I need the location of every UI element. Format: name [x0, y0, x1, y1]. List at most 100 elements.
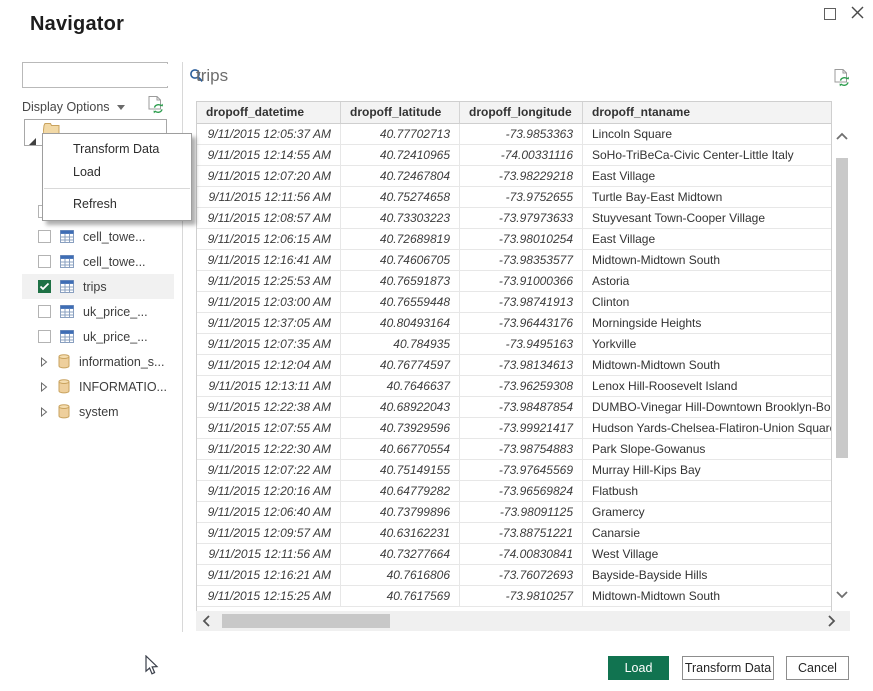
maximize-button[interactable]	[822, 6, 840, 24]
cell-dropoff-longitude: -73.9752655	[460, 187, 583, 207]
cell-dropoff-longitude: -73.97973633	[460, 208, 583, 228]
sidebar-item-cell-towe[interactable]: cell_towe...	[22, 224, 174, 249]
menu-item-load[interactable]: Load	[43, 161, 191, 184]
table-row: 9/11/2015 12:03:00 AM40.76559448-73.9874…	[197, 292, 831, 313]
cell-dropoff-longitude: -73.98487854	[460, 397, 583, 417]
sidebar-item-label: system	[79, 405, 119, 419]
table-icon	[60, 230, 74, 243]
scroll-right-button[interactable]	[827, 614, 836, 633]
search-input[interactable]	[23, 64, 189, 86]
maximize-icon	[824, 8, 836, 20]
vertical-scrollbar[interactable]	[834, 126, 850, 606]
horizontal-scrollbar-thumb[interactable]	[222, 614, 390, 628]
cell-dropoff-datetime: 9/11/2015 12:06:40 AM	[197, 502, 341, 522]
checkbox-unchecked[interactable]	[38, 230, 51, 243]
scroll-up-button[interactable]	[835, 128, 849, 146]
horizontal-scrollbar[interactable]	[196, 611, 850, 631]
cell-dropoff-latitude: 40.80493164	[341, 313, 460, 333]
sidebar-item-informatio[interactable]: INFORMATIO...	[22, 374, 174, 399]
close-button[interactable]	[848, 3, 868, 23]
cell-dropoff-datetime: 9/11/2015 12:07:55 AM	[197, 418, 341, 438]
checkbox-unchecked[interactable]	[38, 330, 51, 343]
sidebar-item-uk-price[interactable]: uk_price_...	[22, 324, 174, 349]
load-button[interactable]: Load	[608, 656, 669, 680]
sidebar-item-label: uk_price_...	[83, 330, 148, 344]
context-menu: Transform DataLoad Refresh	[42, 133, 192, 221]
cell-dropoff-latitude: 40.72689819	[341, 229, 460, 249]
cell-dropoff-latitude: 40.77702713	[341, 124, 460, 144]
cell-dropoff-latitude: 40.68922043	[341, 397, 460, 417]
column-header-dropoff-longitude: dropoff_longitude	[460, 102, 583, 123]
menu-item-refresh[interactable]: Refresh	[43, 193, 191, 216]
sidebar-item-label: uk_price_...	[83, 305, 148, 319]
menu-item-transform-data[interactable]: Transform Data	[43, 138, 191, 161]
sidebar-item-uk-price[interactable]: uk_price_...	[22, 299, 174, 324]
expand-chevron-icon[interactable]	[40, 357, 48, 367]
cell-dropoff-ntaname: East Village	[583, 166, 831, 186]
menu-separator	[44, 188, 190, 189]
cancel-button[interactable]: Cancel	[786, 656, 849, 680]
scroll-down-button[interactable]	[835, 586, 849, 604]
cell-dropoff-datetime: 9/11/2015 12:12:04 AM	[197, 355, 341, 375]
sidebar-item-trips[interactable]: trips	[22, 274, 174, 299]
cell-dropoff-longitude: -74.00331116	[460, 145, 583, 165]
cell-dropoff-datetime: 9/11/2015 12:25:53 AM	[197, 271, 341, 291]
sidebar-item-cell-towe[interactable]: cell_towe...	[22, 249, 174, 274]
table-row: 9/11/2015 12:07:55 AM40.73929596-73.9992…	[197, 418, 831, 439]
refresh-preview-button[interactable]	[147, 95, 167, 115]
checkbox-unchecked[interactable]	[38, 305, 51, 318]
cell-dropoff-ntaname: Gramercy	[583, 502, 831, 522]
cell-dropoff-latitude: 40.76559448	[341, 292, 460, 312]
database-icon	[58, 379, 70, 394]
table-row: 9/11/2015 12:22:30 AM40.66770554-73.9875…	[197, 439, 831, 460]
sidebar-item-system[interactable]: system	[22, 399, 174, 424]
navigator-tree: cell_towe...cell_towe...cell_towe...trip…	[22, 199, 174, 424]
cell-dropoff-longitude: -73.91000366	[460, 271, 583, 291]
cell-dropoff-longitude: -73.96569824	[460, 481, 583, 501]
checkbox-checked[interactable]	[38, 280, 51, 293]
cell-dropoff-latitude: 40.784935	[341, 334, 460, 354]
sidebar-item-information-s[interactable]: information_s...	[22, 349, 174, 374]
cell-dropoff-datetime: 9/11/2015 12:09:57 AM	[197, 523, 341, 543]
expand-chevron-icon[interactable]	[40, 407, 48, 417]
cell-dropoff-datetime: 9/11/2015 12:07:35 AM	[197, 334, 341, 354]
collapse-expanded-icon[interactable]	[28, 133, 37, 151]
sidebar-item-label: information_s...	[79, 355, 164, 369]
cell-dropoff-longitude: -73.88751221	[460, 523, 583, 543]
cell-dropoff-datetime: 9/11/2015 12:05:37 AM	[197, 124, 341, 144]
table-row: 9/11/2015 12:05:37 AM40.77702713-73.9853…	[197, 124, 831, 145]
cell-dropoff-ntaname: Lenox Hill-Roosevelt Island	[583, 376, 831, 396]
table-row: 9/11/2015 12:07:35 AM40.784935-73.949516…	[197, 334, 831, 355]
cell-dropoff-longitude: -73.96259308	[460, 376, 583, 396]
expand-chevron-icon[interactable]	[40, 382, 48, 392]
cell-dropoff-latitude: 40.7616806	[341, 565, 460, 585]
checkbox-unchecked[interactable]	[38, 255, 51, 268]
table-row: 9/11/2015 12:20:16 AM40.64779282-73.9656…	[197, 481, 831, 502]
cell-dropoff-ntaname: Midtown-Midtown South	[583, 355, 831, 375]
cell-dropoff-datetime: 9/11/2015 12:08:57 AM	[197, 208, 341, 228]
table-row: 9/11/2015 12:08:57 AM40.73303223-73.9797…	[197, 208, 831, 229]
cell-dropoff-datetime: 9/11/2015 12:11:56 AM	[197, 187, 341, 207]
cell-dropoff-longitude: -73.98010254	[460, 229, 583, 249]
transform-data-button[interactable]: Transform Data	[682, 656, 774, 680]
cell-dropoff-latitude: 40.7617569	[341, 586, 460, 606]
cell-dropoff-latitude: 40.64779282	[341, 481, 460, 501]
cell-dropoff-longitude: -73.98754883	[460, 439, 583, 459]
cell-dropoff-ntaname: Yorkville	[583, 334, 831, 354]
cell-dropoff-ntaname: Hudson Yards-Chelsea-Flatiron-Union Squa…	[583, 418, 831, 438]
cell-dropoff-datetime: 9/11/2015 12:06:15 AM	[197, 229, 341, 249]
refresh-preview-icon[interactable]	[833, 68, 853, 90]
cell-dropoff-datetime: 9/11/2015 12:03:00 AM	[197, 292, 341, 312]
cell-dropoff-longitude: -73.99921417	[460, 418, 583, 438]
sidebar-item-label: INFORMATIO...	[79, 380, 167, 394]
vertical-scrollbar-thumb[interactable]	[836, 158, 848, 458]
table-row: 9/11/2015 12:12:04 AM40.76774597-73.9813…	[197, 355, 831, 376]
cell-dropoff-ntaname: Canarsie	[583, 523, 831, 543]
display-options-dropdown[interactable]: Display Options	[22, 97, 125, 117]
sidebar-item-label: trips	[83, 280, 107, 294]
scroll-left-button[interactable]	[202, 614, 211, 633]
table-row: 9/11/2015 12:37:05 AM40.80493164-73.9644…	[197, 313, 831, 334]
table-row: 9/11/2015 12:25:53 AM40.76591873-73.9100…	[197, 271, 831, 292]
sidebar-item-label: cell_towe...	[83, 230, 146, 244]
cell-dropoff-datetime: 9/11/2015 12:07:22 AM	[197, 460, 341, 480]
